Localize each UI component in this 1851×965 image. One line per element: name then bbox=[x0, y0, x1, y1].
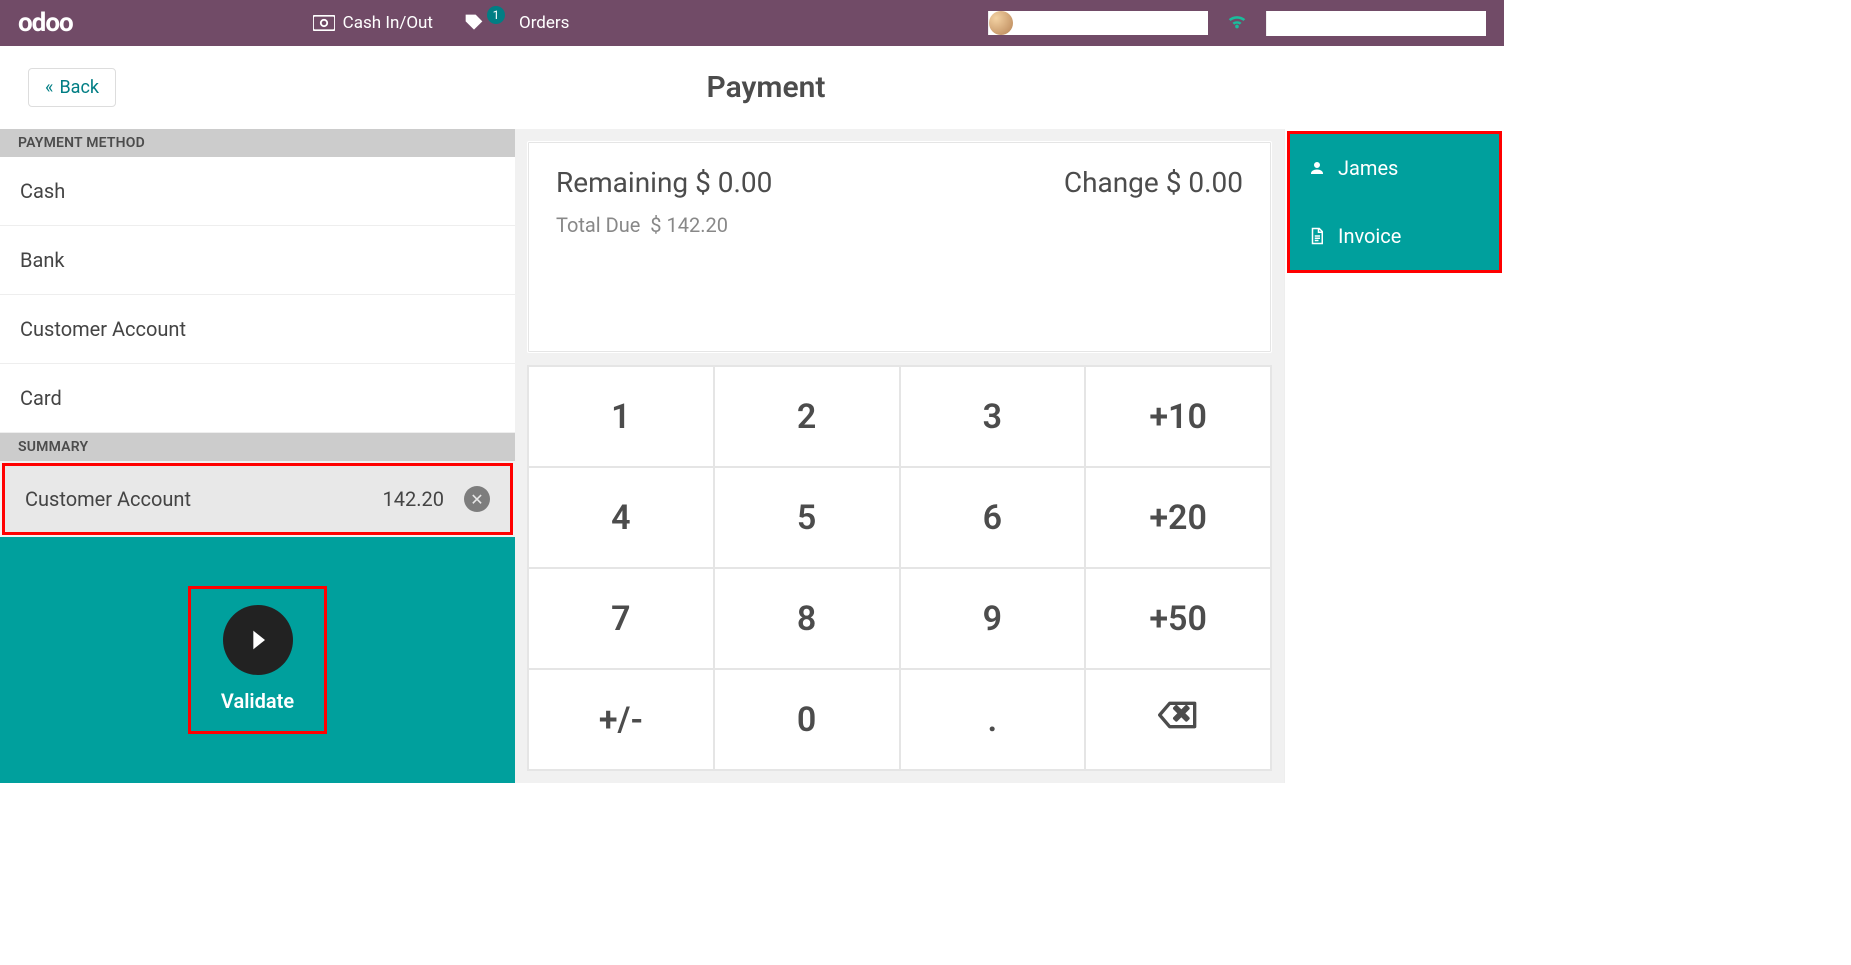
total-due-value: $ 142.20 bbox=[650, 213, 728, 237]
numpad-9[interactable]: 9 bbox=[900, 568, 1086, 669]
close-button[interactable]: Close bbox=[1266, 11, 1486, 36]
summary-line-amount: 142.20 bbox=[383, 487, 444, 511]
invoice-label: Invoice bbox=[1338, 224, 1401, 248]
payment-method-header: PAYMENT METHOD bbox=[0, 129, 515, 157]
chevron-left-icon: « bbox=[45, 77, 53, 98]
payment-method-bank[interactable]: Bank bbox=[0, 226, 515, 295]
invoice-button[interactable]: Invoice bbox=[1290, 202, 1499, 270]
numpad-backspace[interactable] bbox=[1085, 669, 1271, 770]
customer-button[interactable]: James bbox=[1290, 134, 1499, 202]
payment-method-list: Cash Bank Customer Account Card bbox=[0, 157, 515, 433]
numpad-0[interactable]: 0 bbox=[714, 669, 900, 770]
numpad: 1 2 3 +10 4 5 6 +20 7 8 9 +50 +/- 0 . bbox=[527, 365, 1272, 771]
change-value: $ 0.00 bbox=[1166, 166, 1243, 199]
validate-label: Validate bbox=[221, 689, 294, 713]
remaining-label: Remaining bbox=[556, 166, 688, 199]
right-panel: James Invoice bbox=[1284, 129, 1504, 783]
summary-line-name: Customer Account bbox=[25, 487, 383, 511]
total-due-label: Total Due bbox=[556, 213, 640, 237]
numpad-3[interactable]: 3 bbox=[900, 366, 1086, 467]
validate-area: Validate bbox=[0, 537, 515, 783]
chevron-right-icon bbox=[223, 605, 293, 675]
backspace-icon bbox=[1158, 695, 1198, 744]
customer-name: James bbox=[1338, 156, 1398, 180]
numpad-plus10[interactable]: +10 bbox=[1085, 366, 1271, 467]
numpad-5[interactable]: 5 bbox=[714, 467, 900, 568]
numpad-1[interactable]: 1 bbox=[528, 366, 714, 467]
summary-line[interactable]: Customer Account 142.20 ✕ bbox=[2, 463, 513, 535]
cash-in-out-button[interactable]: Cash In/Out bbox=[313, 13, 433, 33]
numpad-plus50[interactable]: +50 bbox=[1085, 568, 1271, 669]
user-name: Mitchell Admin bbox=[1029, 13, 1142, 33]
user-menu[interactable]: Mitchell Admin bbox=[988, 11, 1208, 35]
payment-method-customer-account[interactable]: Customer Account bbox=[0, 295, 515, 364]
orders-label: Orders bbox=[519, 13, 569, 33]
orders-badge: 1 bbox=[487, 6, 505, 24]
cash-icon bbox=[313, 15, 335, 31]
payment-method-cash[interactable]: Cash bbox=[0, 157, 515, 226]
payment-method-card[interactable]: Card bbox=[0, 364, 515, 433]
left-panel: PAYMENT METHOD Cash Bank Customer Accoun… bbox=[0, 129, 515, 783]
numpad-2[interactable]: 2 bbox=[714, 366, 900, 467]
remaining-value: $ 0.00 bbox=[695, 166, 772, 199]
brand-logo[interactable]: odoo bbox=[18, 8, 73, 38]
orders-button[interactable]: 1 Orders bbox=[463, 13, 569, 33]
app-header: odoo Cash In/Out 1 Orders Mitchell Admin… bbox=[0, 0, 1504, 46]
numpad-dot[interactable]: . bbox=[900, 669, 1086, 770]
delete-line-icon[interactable]: ✕ bbox=[464, 486, 490, 512]
numpad-8[interactable]: 8 bbox=[714, 568, 900, 669]
numpad-4[interactable]: 4 bbox=[528, 467, 714, 568]
total-due: Total Due $ 142.20 bbox=[556, 213, 1243, 237]
summary-header: SUMMARY bbox=[0, 433, 515, 461]
numpad-sign[interactable]: +/- bbox=[528, 669, 714, 770]
topbar: « Back Payment bbox=[0, 46, 1504, 129]
signout-icon bbox=[1267, 11, 1287, 36]
right-card: James Invoice bbox=[1287, 131, 1502, 273]
change: Change $ 0.00 bbox=[1064, 166, 1243, 199]
validate-button[interactable]: Validate bbox=[188, 586, 327, 734]
numpad-7[interactable]: 7 bbox=[528, 568, 714, 669]
amount-box: Remaining $ 0.00 Change $ 0.00 Total Due… bbox=[527, 141, 1272, 353]
change-label: Change bbox=[1064, 166, 1159, 199]
numpad-plus20[interactable]: +20 bbox=[1085, 467, 1271, 568]
page-title: Payment bbox=[56, 70, 1476, 105]
numpad-6[interactable]: 6 bbox=[900, 467, 1086, 568]
close-label: Close bbox=[1295, 13, 1338, 33]
invoice-icon bbox=[1308, 227, 1326, 245]
user-icon bbox=[1308, 159, 1326, 177]
cash-in-out-label: Cash In/Out bbox=[343, 13, 433, 33]
center-panel: Remaining $ 0.00 Change $ 0.00 Total Due… bbox=[515, 129, 1284, 783]
remaining: Remaining $ 0.00 bbox=[556, 166, 772, 199]
tag-icon bbox=[463, 15, 485, 31]
main: PAYMENT METHOD Cash Bank Customer Accoun… bbox=[0, 129, 1504, 783]
wifi-icon bbox=[1226, 10, 1248, 36]
avatar bbox=[989, 11, 1013, 35]
